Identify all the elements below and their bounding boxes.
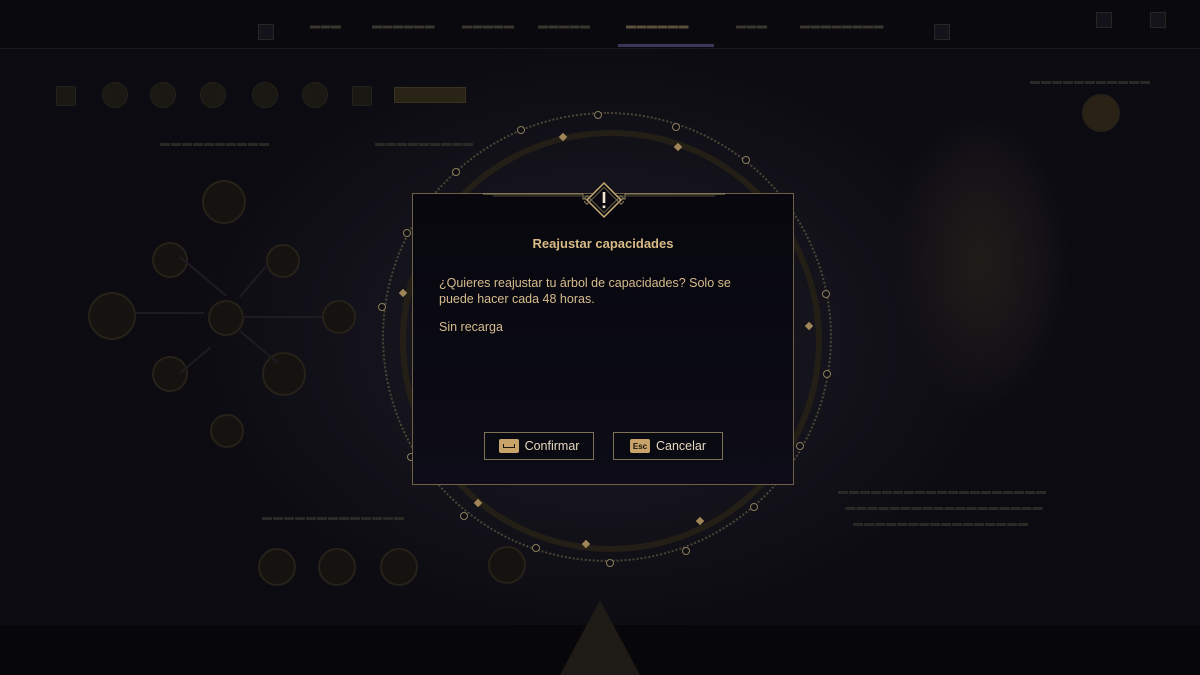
ability-icon	[352, 86, 372, 106]
skill-node	[262, 352, 306, 396]
menu-icon	[258, 24, 274, 40]
active-tab-underline	[618, 44, 714, 47]
ring-dot	[750, 503, 758, 511]
dialog-message: ¿Quieres reajustar tu árbol de capacidad…	[439, 276, 731, 306]
nav-item: ▬▬▬▬▬	[538, 20, 591, 32]
ring-dot	[823, 370, 831, 378]
dimmed-tree-title: ▬▬▬▬▬▬▬▬▬▬	[160, 138, 270, 149]
nav-item: ▬▬▬▬▬	[462, 20, 515, 32]
skill-node	[322, 300, 356, 334]
nav-item: ▬▬▬▬▬▬▬▬	[800, 20, 884, 32]
skill-node	[488, 546, 526, 584]
esc-key-icon: Esc	[629, 439, 650, 453]
ring-dot	[517, 126, 525, 134]
confirm-button-label: Confirmar	[524, 439, 580, 453]
ring-dot	[822, 290, 830, 298]
ability-icon	[150, 82, 176, 108]
skill-node	[210, 414, 244, 448]
ring-dot	[742, 156, 750, 164]
ring-dot	[403, 229, 411, 237]
ring-dot	[796, 442, 804, 450]
skill-node	[318, 548, 356, 586]
dimmed-description: ▬▬▬▬▬▬▬▬▬▬▬▬▬▬▬▬▬▬▬ ▬▬▬▬▬▬▬▬▬▬▬▬▬▬▬▬▬▬ ▬…	[838, 486, 1047, 529]
ring-dot	[452, 168, 460, 176]
cancel-button[interactable]: Esc Cancelar	[613, 432, 723, 460]
nav-item: ▬▬▬▬▬▬	[372, 20, 435, 32]
ring-dot	[672, 123, 680, 131]
ring-dot	[378, 303, 386, 311]
character-portrait	[860, 100, 1100, 460]
tree-link	[134, 312, 204, 314]
ring-dot	[594, 111, 602, 119]
dimmed-heading: ▬▬▬▬▬▬▬▬▬▬▬	[1030, 76, 1151, 87]
exclamation-icon	[584, 181, 624, 219]
bottom-emblem	[560, 600, 640, 675]
dimmed-label-badge	[394, 87, 466, 103]
currency-icon	[1150, 12, 1166, 28]
skill-node	[152, 356, 188, 392]
ring-dot	[606, 559, 614, 567]
cancel-button-label: Cancelar	[655, 439, 707, 453]
ability-icon	[302, 82, 328, 108]
ability-icon	[200, 82, 226, 108]
menu-icon	[934, 24, 950, 40]
ability-icon	[56, 86, 76, 106]
skill-node	[380, 548, 418, 586]
skill-node	[88, 292, 136, 340]
ring-dot	[682, 547, 690, 555]
currency-icon	[1096, 12, 1112, 28]
dialog-note: Sin recarga	[439, 320, 503, 334]
ring-dot	[460, 512, 468, 520]
skill-node	[266, 244, 300, 278]
nav-item: ▬▬▬	[736, 20, 768, 32]
ring-dot	[532, 544, 540, 552]
confirm-button[interactable]: Confirmar	[484, 432, 594, 460]
skill-node	[258, 548, 296, 586]
top-navigation-bar: ▬▬▬ ▬▬▬▬▬▬ ▬▬▬▬▬ ▬▬▬▬▬ ▬▬▬▬▬▬ ▬▬▬ ▬▬▬▬▬▬…	[0, 0, 1200, 49]
skill-node	[202, 180, 246, 224]
tree-link	[242, 316, 322, 318]
dimmed-section-title: ▬▬▬▬▬▬▬▬▬▬▬▬▬	[262, 512, 405, 523]
ability-icon	[252, 82, 278, 108]
dialog-title: Reajustar capacidades	[532, 236, 674, 251]
dimmed-tree-title: ▬▬▬▬▬▬▬▬▬	[375, 138, 474, 149]
ability-icon	[102, 82, 128, 108]
nav-item-active: ▬▬▬▬▬▬	[626, 20, 689, 32]
reset-abilities-dialog: Reajustar capacidades ¿Quieres reajustar…	[412, 181, 794, 485]
space-bar-key-icon	[498, 439, 519, 453]
nav-item: ▬▬▬	[310, 20, 342, 32]
